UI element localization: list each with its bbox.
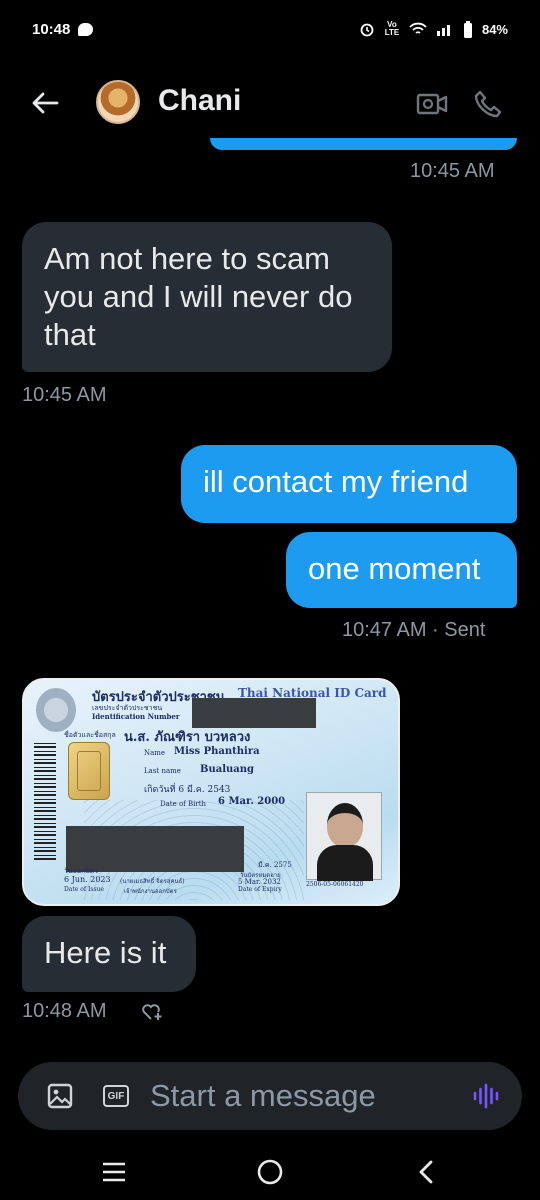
card-name-label-th: ชื่อตัวและชื่อสกุล [64,731,116,739]
card-expiry-label: Date of Expiry [238,886,282,893]
home-button[interactable] [252,1154,288,1190]
photo-head [327,803,363,847]
video-call-button[interactable] [416,88,448,120]
back-arrow-icon [32,92,59,114]
message-time: 10:48 AM [22,1000,107,1022]
back-icon [419,1160,433,1184]
previous-sent-bubble[interactable] [210,138,517,150]
status-bar: 10:48 Vo LTE 84% [0,0,540,58]
conversation-header: Chani [0,72,540,134]
battery-icon [463,20,472,38]
status-right: Vo LTE 84% [359,20,508,38]
message-time-status: 10:47 AM · Sent [342,619,486,641]
sent-message[interactable]: one moment [286,532,517,608]
card-name-label: Name [144,749,166,757]
message-composer: GIF [18,1062,522,1130]
contact-name[interactable]: Chani [158,84,241,118]
card-barcode [34,740,56,860]
voice-call-button[interactable] [472,88,504,120]
message-input[interactable] [150,1074,470,1118]
voice-icon [473,1083,499,1109]
card-id-label-en: Identification Number [92,712,180,721]
message-time: 10:45 AM [22,384,107,406]
card-emblem [36,688,76,732]
back-button[interactable] [28,86,62,120]
phone-icon [474,90,502,118]
card-lastname-label: Last name [144,767,181,775]
home-icon [257,1159,283,1185]
recent-apps-button[interactable] [96,1154,132,1190]
signal-icon [436,25,450,36]
card-code: 2506-05-06061420 [306,881,364,888]
card-dob-th: เกิดวันที่ 6 มี.ค. 2543 [144,785,231,795]
received-message[interactable]: Am not here to scam you and I will never… [22,222,392,372]
voice-message-button[interactable] [470,1080,502,1112]
card-expiry-date: 5 Mar. 2032 [238,878,281,886]
alarm-icon [360,23,374,37]
wifi-icon [409,22,427,34]
message-time: 10:45 AM [410,160,495,182]
card-issue-label: Date of Issue [64,886,104,893]
status-left: 10:48 [32,20,94,38]
system-back-button[interactable] [408,1154,444,1190]
battery-percent: 84% [481,21,508,37]
card-name-th: น.ส. ภัณฑิรา บวหลวง [124,730,251,745]
video-call-icon [416,93,448,115]
image-icon [47,1083,73,1109]
system-navigation-bar [0,1140,540,1200]
card-name-en: Miss Phanthira [174,746,260,757]
card-issue-date: 6 Jun. 2023 [64,875,111,884]
add-reaction-button[interactable] [140,1000,164,1022]
notification-chat-icon [78,22,94,36]
card-lastname-en: Bualuang [200,764,255,775]
card-officer-title: เจ้าพนักงานออกบัตร [124,888,177,895]
card-dob-label: Date of Birth [160,800,207,808]
card-chip [68,742,110,800]
menu-icon [103,1162,125,1182]
image-attachment[interactable]: บัตรประจำตัวประชาชน Thai National ID Car… [22,678,400,906]
photo-body [317,845,373,881]
add-image-button[interactable] [44,1080,76,1112]
reaction-add-icon [142,1004,162,1020]
sent-message[interactable]: ill contact my friend [181,445,517,523]
contact-avatar[interactable] [96,80,140,124]
network-label: Vo LTE [384,20,400,37]
card-photo [306,792,382,881]
received-message[interactable]: Here is it [22,916,196,992]
status-time: 10:48 [32,20,71,38]
gif-button[interactable]: GIF [100,1080,132,1112]
card-officer: (นายเมธสิทธิ์ จิตรสุคนธ์) [120,878,185,885]
gif-icon: GIF [103,1085,129,1107]
redaction-id-number [192,698,316,728]
card-dob-en: 6 Mar. 2000 [218,796,286,807]
